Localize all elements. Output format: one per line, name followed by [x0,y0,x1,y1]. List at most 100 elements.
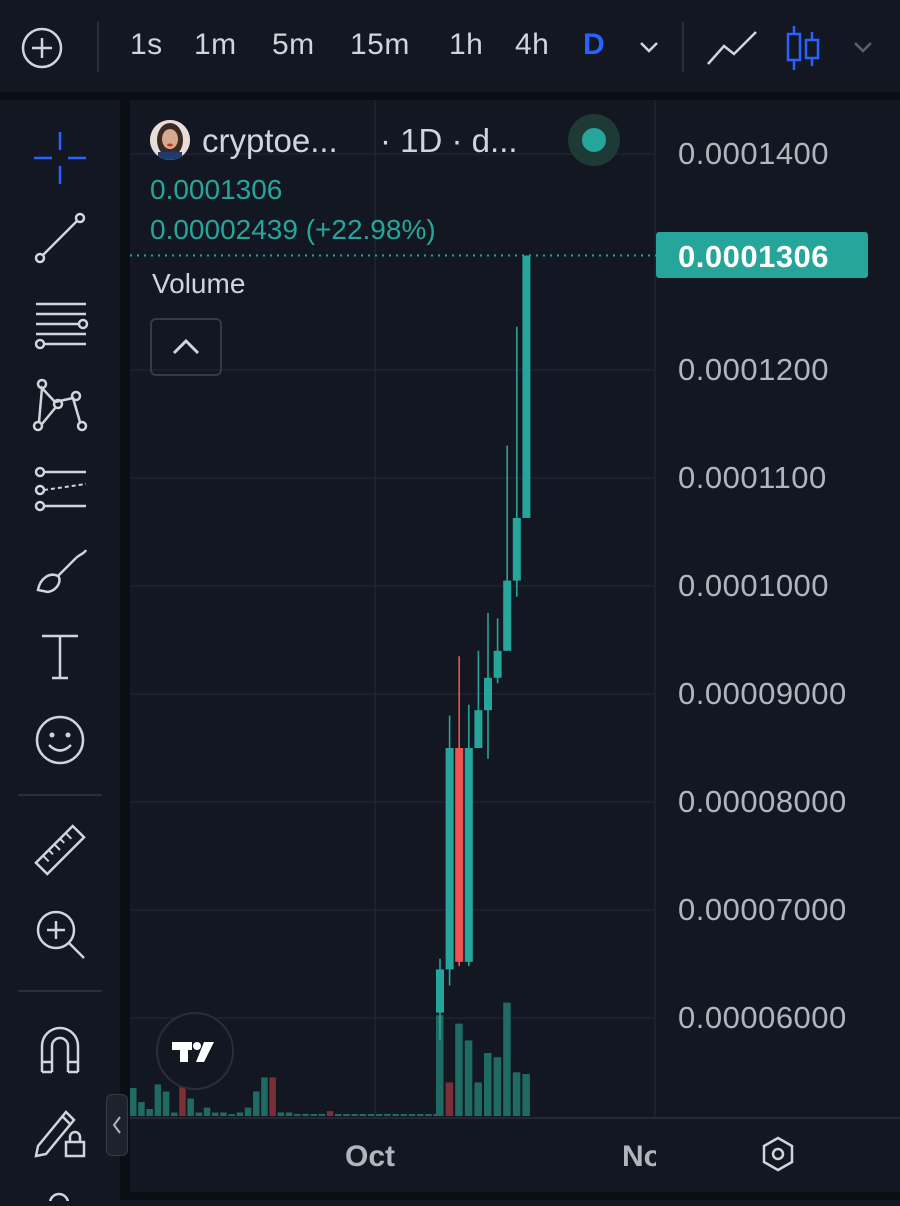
candle-body [474,710,483,748]
candle-body [522,255,531,518]
tradingview-logo[interactable] [156,1012,234,1090]
measure-tool[interactable] [22,814,98,886]
volume-bar [187,1098,194,1116]
price-axis-label: 0.0001000 [678,568,830,603]
volume-bar [261,1077,268,1116]
avatar-icon [150,120,190,160]
drawing-toolbar [0,100,120,1206]
current-price-value: 0.0001306 [678,239,830,274]
candlestick-chart-button[interactable] [784,22,824,74]
candle-body [445,748,454,970]
toolbar-panel-separator [120,100,130,1200]
more-tools-icon[interactable] [44,1188,74,1206]
symbol-avatar[interactable] [150,120,190,160]
time-axis-label: Oct [345,1140,396,1173]
trend-line-icon [34,212,86,264]
fib-retracement-tool[interactable] [22,286,98,358]
price-axis-label: 0.00009000 [678,676,847,711]
zoom-in-icon [36,910,85,959]
chart-settings-button[interactable] [758,1134,798,1174]
volume-indicator-label[interactable]: Volume [152,268,245,300]
trend-line-tool[interactable] [22,202,98,274]
horizontal-lines-icon [34,302,89,350]
chevron-up-icon [172,338,200,355]
legend-price-change: 0.00002439 (+22.98%) [150,214,436,245]
volume-bar [236,1112,244,1116]
volume-bar [285,1112,293,1116]
timeframe-1s[interactable]: 1s [130,28,163,62]
toolbar-divider [97,22,99,72]
plus-circle-icon [21,27,63,69]
smiley-icon [35,715,85,765]
volume-bar [351,1114,358,1116]
volume-bar [474,1082,482,1116]
volume-bar [253,1091,260,1116]
volume-bar [318,1113,326,1116]
text-tool[interactable] [22,620,98,692]
forecast-tool[interactable] [22,452,98,524]
volume-bar [455,1023,463,1116]
pattern-tool[interactable] [22,368,98,440]
top-toolbar: 1s 1m 5m 15m 1h 4h D [0,0,900,92]
volume-bar [343,1114,350,1116]
time-axis-label: No [622,1140,656,1173]
candle-body [436,969,444,1013]
volume-bar [146,1109,153,1116]
volume-bar [522,1074,530,1116]
volume-bar [326,1111,334,1116]
volume-bar [162,1091,170,1116]
timeframe-dropdown-button[interactable] [636,36,662,58]
live-dot-icon [582,128,606,152]
settings-hexagon-icon [762,1136,794,1172]
volume-bar [310,1114,317,1116]
price-axis-label: 0.0001200 [678,352,830,387]
timeframe-d[interactable]: D [583,28,605,62]
volume-bar [384,1113,391,1116]
price-axis-label: 0.00007000 [678,892,847,927]
zoom-in-tool[interactable] [22,898,98,970]
crosshair-tool[interactable] [22,122,98,194]
time-axis-label-clip: No [620,1136,656,1176]
line-chart-icon [707,31,757,65]
line-chart-button[interactable] [704,26,760,70]
brush-tool[interactable] [22,536,98,608]
volume-bar [203,1107,211,1116]
symbol-interval: · 1D · d... [380,122,518,159]
price-axis-label: 0.0001400 [678,136,830,171]
volume-bar [484,1053,492,1116]
pencil-lock-icon [34,1110,86,1158]
volume-bar [138,1102,145,1116]
candle-body [484,677,492,711]
toolbar-divider [18,794,102,796]
add-symbol-button[interactable] [20,26,64,70]
symbol-name[interactable]: cryptoe... [202,122,338,160]
lock-drawings-tool[interactable] [22,1094,98,1166]
timeframe-1m[interactable]: 1m [194,28,237,62]
market-status-indicator[interactable] [568,114,620,166]
volume-bar [376,1114,383,1116]
timeframe-1h[interactable]: 1h [449,28,483,62]
volume-bar [228,1114,235,1116]
chevron-down-icon [640,42,658,53]
brush-icon [36,549,88,594]
volume-bar [445,1082,454,1116]
volume-bar [359,1114,367,1116]
bottom-separator [130,1192,900,1200]
timeframe-5m[interactable]: 5m [272,28,315,62]
timeframe-4h[interactable]: 4h [515,28,549,62]
collapse-legend-button[interactable] [150,318,222,376]
candle-body [512,517,521,581]
volume-bar [269,1077,276,1116]
chevron-left-icon [112,1116,121,1134]
volume-bar [277,1112,285,1116]
xabcd-pattern-icon [32,378,88,432]
emoji-tool[interactable] [22,704,98,776]
magnet-tool[interactable] [22,1012,98,1084]
candle-body [493,650,502,678]
timeframe-15m[interactable]: 15m [350,28,410,62]
chart-type-dropdown-button[interactable] [850,36,876,58]
volume-bar [294,1113,301,1116]
volume-bar [392,1114,399,1116]
toolbar-divider [682,22,684,72]
collapse-toolbar-handle[interactable] [106,1094,128,1156]
